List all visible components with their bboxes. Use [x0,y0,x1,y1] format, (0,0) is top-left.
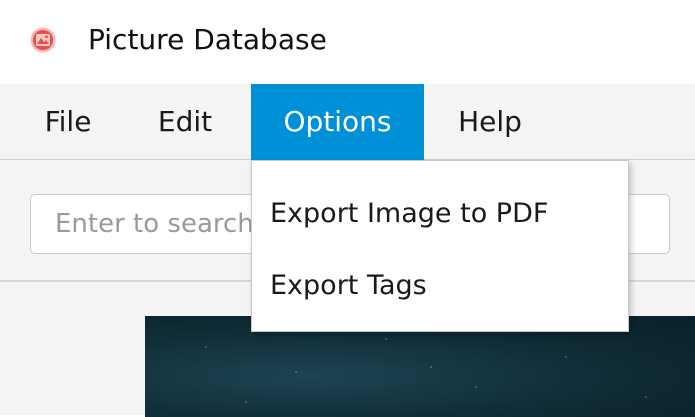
title-bar: Picture Database [0,0,695,84]
menu-edit[interactable]: Edit [140,84,230,160]
menu-item-export-tags[interactable]: Export Tags [252,253,628,319]
options-dropdown-menu: Export Image to PDF Export Tags [251,160,629,332]
menu-file[interactable]: File [28,84,108,160]
menu-help[interactable]: Help [440,84,540,160]
menu-bar: File Edit Options Help [0,84,695,160]
menu-item-export-image-to-pdf[interactable]: Export Image to PDF [252,181,628,247]
menu-options[interactable]: Options [251,84,424,160]
picture-app-icon [30,27,56,53]
window-title: Picture Database [88,23,327,56]
